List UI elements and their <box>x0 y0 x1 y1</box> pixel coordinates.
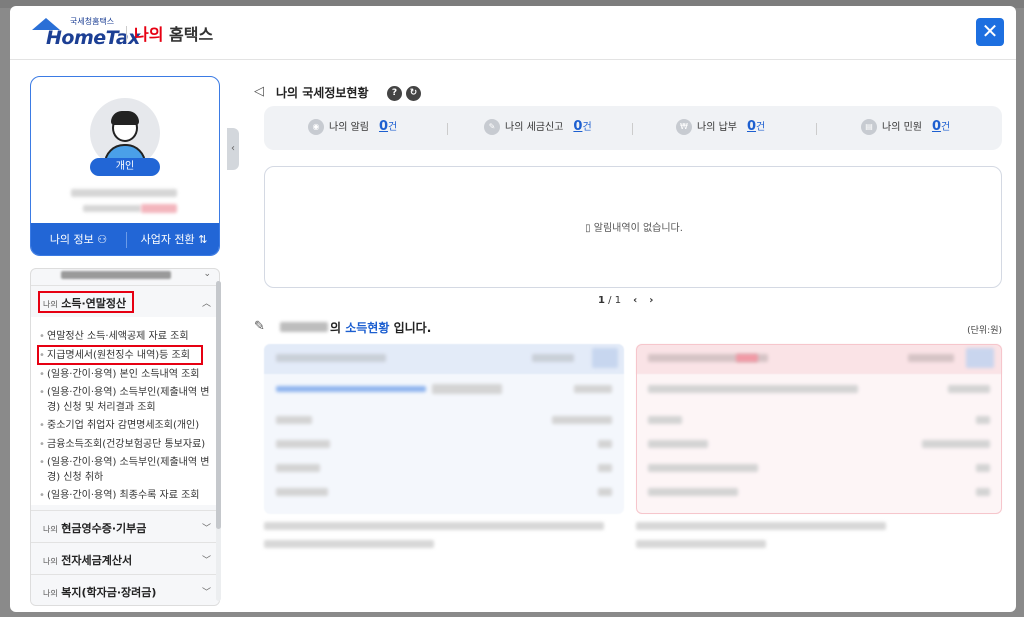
status-title: 나의 국세정보현황 <box>276 86 369 100</box>
hometax-logo[interactable]: 국세청홈택스 HomeTax <box>32 16 140 52</box>
submenu-item[interactable]: 중소기업 취업자 감면명세조회(개인) <box>39 418 211 433</box>
blurred-text <box>598 464 612 472</box>
main-content: ◁ 나의 국세정보현황 ? ↻ ◉ 나의 알림 0건 ✎ 나의 세금신고 0건 ₩ 나의 … <box>254 76 1002 606</box>
stat-my-tax-filing[interactable]: ✎ 나의 세금신고 0건 <box>484 118 592 138</box>
submenu-item[interactable]: 금융소득조회(건강보험공단 통보자료) <box>39 437 211 452</box>
pager-current: 1 <box>598 295 605 306</box>
blurred-text <box>276 416 312 424</box>
edit-document-icon: ✎ <box>484 119 500 135</box>
chevron-down-icon: ﹀ <box>201 588 211 598</box>
menu-section-label: 나의 현금영수증·기부금 <box>43 522 147 535</box>
pager-total: 1 <box>614 295 622 306</box>
submenu-item[interactable]: (일용·간이·용역) 소득부인(제출내역 변경) 신청 및 처리결과 조회 <box>39 385 211 415</box>
avatar-hair-icon <box>111 111 139 125</box>
status-summary-bar: ◉ 나의 알림 0건 ✎ 나의 세금신고 0건 ₩ 나의 납부 0건 ▤ 나의 민원 0건 <box>264 106 1002 150</box>
chevron-up-icon: ︿ <box>201 299 211 309</box>
notification-pager: 1 / 1 ‹ › <box>598 295 654 306</box>
blurred-text <box>276 440 330 448</box>
title-accent: 나의 <box>134 25 164 44</box>
my-hometax-modal: 국세청홈택스 HomeTax 나의 홈택스 ✕ 개인 나의 정보 ⚇ 사업자 전… <box>10 6 1016 612</box>
panel-collapse-handle[interactable]: ‹ <box>227 128 239 170</box>
person-icon: ⚇ <box>97 233 108 246</box>
close-button[interactable]: ✕ <box>976 18 1004 46</box>
income-unit-label: (단위:원) <box>967 326 1002 336</box>
menu-scrollbar[interactable] <box>216 281 221 601</box>
sidebar-menu: ⌄ 나의 소득·연말정산 ︿ 연말정산 소득·세액공제 자료 조회 지급명세서(… <box>30 268 220 606</box>
income-card-left <box>264 344 624 514</box>
megaphone-icon: ◁ <box>254 84 264 99</box>
clipboard-icon: ▤ <box>861 119 877 135</box>
blurred-footnote <box>264 522 604 530</box>
blurred-text <box>552 416 612 424</box>
cut-off-menu-label <box>61 271 171 279</box>
stat-my-petitions[interactable]: ▤ 나의 민원 0건 <box>861 118 950 138</box>
stat-my-notifications[interactable]: ◉ 나의 알림 0건 <box>308 118 397 138</box>
submenu-item[interactable]: (일용·간이·용역) 최종수록 자료 조회 <box>39 488 211 503</box>
chevron-down-icon: ⌄ <box>203 269 211 279</box>
stat-my-payment[interactable]: ₩ 나의 납부 0건 <box>676 118 765 138</box>
my-info-button[interactable]: 나의 정보 ⚇ <box>31 223 126 255</box>
stat-divider <box>816 123 817 135</box>
menu-section-cash-receipt[interactable]: 나의 현금영수증·기부금 ﹀ <box>31 510 219 542</box>
blurred-link <box>276 386 426 392</box>
bell-icon: ◉ <box>308 119 324 135</box>
user-type-badge: 개인 <box>90 158 160 176</box>
blurred-user-id <box>83 205 141 212</box>
profile-card: 개인 나의 정보 ⚇ 사업자 전환 ⇅ <box>30 76 220 256</box>
report-icon: ✎ <box>254 319 265 334</box>
modal-header: 국세청홈택스 HomeTax 나의 홈택스 ✕ <box>10 6 1016 60</box>
blurred-user-tag <box>141 204 177 213</box>
profile-actions: 나의 정보 ⚇ 사업자 전환 ⇅ <box>31 223 219 255</box>
blurred-footnote <box>636 522 886 530</box>
menu-scrolled-item: ⌄ <box>31 269 219 283</box>
chevron-down-icon: ﹀ <box>201 524 211 534</box>
stat-divider <box>632 123 633 135</box>
header-divider <box>126 26 127 42</box>
highlight-withholding-item <box>37 345 203 365</box>
blurred-user-name <box>280 322 328 332</box>
blurred-text <box>532 354 574 362</box>
blurred-text <box>276 488 328 496</box>
menu-section-welfare[interactable]: 나의 복지(학자금·장려금) ﹀ <box>31 574 219 605</box>
submenu-item[interactable]: 연말정산 소득·세액공제 자료 조회 <box>39 329 211 344</box>
payment-icon: ₩ <box>676 119 692 135</box>
chevron-down-icon: ﹀ <box>201 556 211 566</box>
menu-section-label: 나의 전자세금계산서 <box>43 554 133 567</box>
submenu-item[interactable]: (일용·간이·용역) 본인 소득내역 조회 <box>39 367 211 382</box>
blurred-button <box>592 348 618 368</box>
menu-section-e-invoice[interactable]: 나의 전자세금계산서 ﹀ <box>31 542 219 574</box>
blurred-text <box>276 354 386 362</box>
pager-next-button[interactable]: › <box>649 295 653 306</box>
stat-divider <box>447 123 448 135</box>
help-icon[interactable]: ? <box>387 86 402 101</box>
chevron-left-icon: ‹ <box>231 143 235 154</box>
blurred-text <box>598 440 612 448</box>
notification-list: ▯ 알림내역이 없습니다. <box>264 166 1002 288</box>
modal-title: 나의 홈택스 <box>134 21 213 45</box>
income-card-right-border <box>636 344 1002 514</box>
notification-empty-message: ▯ 알림내역이 없습니다. <box>585 223 683 234</box>
pager-prev-button[interactable]: ‹ <box>633 295 637 306</box>
swap-icon: ⇅ <box>198 233 208 246</box>
submenu-item[interactable]: (일용·간이·용역) 소득부인(제출내역 변경) 신청 취하 <box>39 455 211 485</box>
income-title: 의 소득현황 입니다. <box>330 321 432 335</box>
logo-small-text: 국세청홈택스 <box>70 17 115 26</box>
blurred-text <box>432 384 502 394</box>
blurred-user-name <box>71 189 177 197</box>
document-icon: ▯ <box>585 223 591 234</box>
blurred-text <box>276 464 320 472</box>
refresh-icon[interactable]: ↻ <box>406 86 421 101</box>
blurred-footnote <box>264 540 434 548</box>
switch-business-button[interactable]: 사업자 전환 ⇅ <box>127 223 219 255</box>
menu-section-label: 나의 복지(학자금·장려금) <box>43 586 157 599</box>
income-status-link[interactable]: 소득현황 <box>345 321 389 335</box>
highlight-income-section <box>38 291 134 313</box>
blurred-text <box>598 488 612 496</box>
title-rest: 홈택스 <box>163 25 214 44</box>
blurred-text <box>574 385 612 393</box>
close-icon: ✕ <box>981 19 999 43</box>
blurred-footnote <box>636 540 766 548</box>
menu-scrollbar-thumb[interactable] <box>216 281 221 529</box>
